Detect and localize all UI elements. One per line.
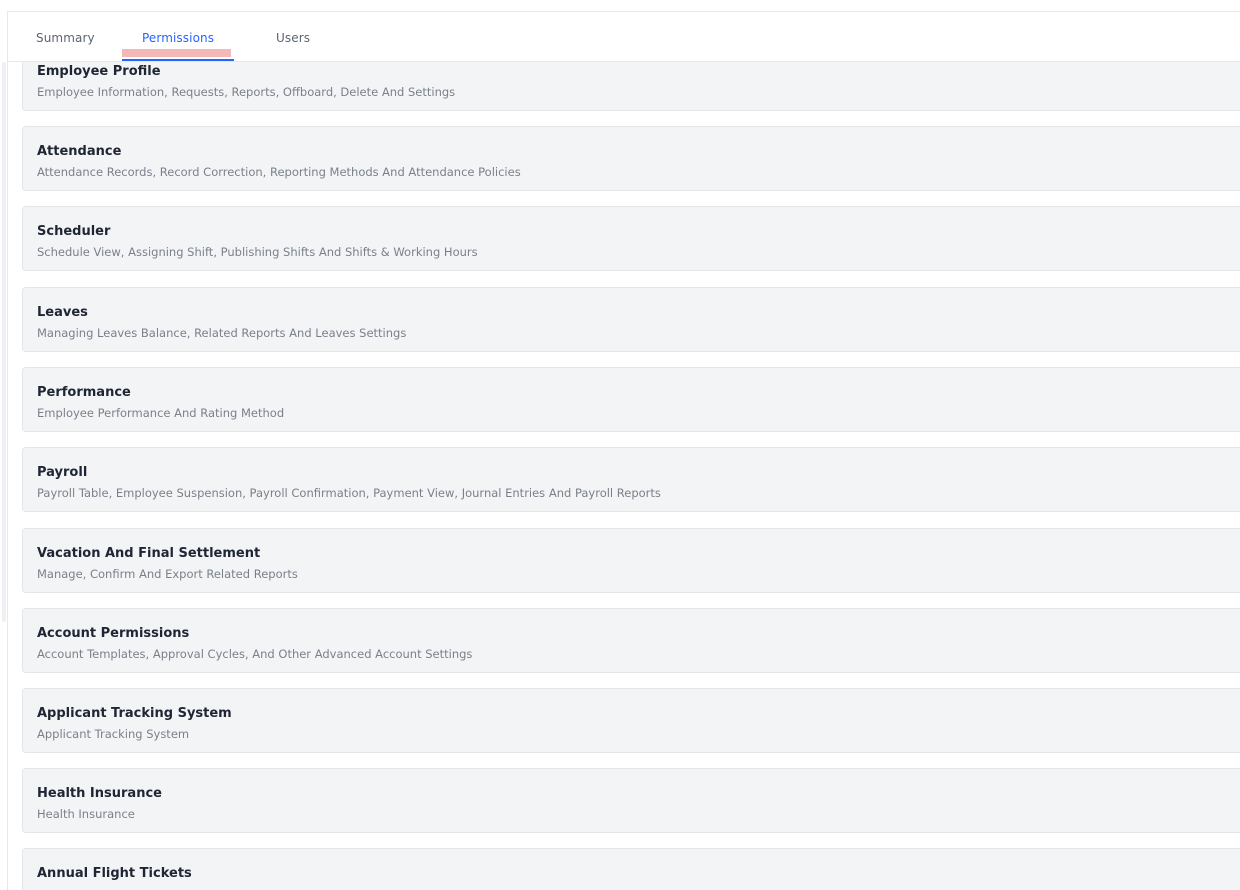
permission-title: Vacation And Final Settlement (37, 546, 261, 561)
permission-title: Health Insurance (37, 786, 162, 801)
permission-description: Schedule View, Assigning Shift, Publishi… (37, 245, 478, 259)
permission-title: Payroll (37, 465, 88, 480)
permission-title: Employee Profile (37, 64, 161, 79)
tab-summary[interactable]: Summary (36, 31, 95, 45)
permission-description: Managing Leaves Balance, Related Reports… (37, 326, 407, 340)
permission-description: Attendance Records, Record Correction, R… (37, 165, 521, 179)
permission-card-applicant-tracking-system[interactable]: Applicant Tracking System Applicant Trac… (22, 688, 1240, 753)
permission-title: Attendance (37, 144, 122, 159)
permission-title: Annual Flight Tickets (37, 866, 192, 881)
permission-card-account-permissions[interactable]: Account Permissions Account Templates, A… (22, 608, 1240, 673)
permission-description: Account Templates, Approval Cycles, And … (37, 647, 473, 661)
permission-card-scheduler[interactable]: Scheduler Schedule View, Assigning Shift… (22, 206, 1240, 271)
permission-card-leaves[interactable]: Leaves Managing Leaves Balance, Related … (22, 287, 1240, 352)
permission-description: Employee Information, Requests, Reports,… (37, 85, 456, 99)
permission-title: Applicant Tracking System (37, 706, 232, 721)
permission-title: Leaves (37, 305, 88, 320)
permission-description: Applicant Tracking System (37, 727, 190, 741)
tab-users[interactable]: Users (276, 31, 310, 45)
permissions-list: Employee Profile Employee Information, R… (22, 62, 1240, 890)
permission-description: Employee Performance And Rating Method (37, 406, 285, 420)
permission-card-annual-flight-tickets[interactable]: Annual Flight Tickets (22, 848, 1240, 890)
permissions-page: Summary Permissions Users Employee Profi… (0, 0, 1240, 890)
active-tab-underline (122, 59, 234, 61)
permission-description: Manage, Confirm And Export Related Repor… (37, 567, 298, 581)
permission-title: Performance (37, 385, 131, 400)
permission-title: Scheduler (37, 224, 111, 239)
tab-permissions[interactable]: Permissions (142, 31, 214, 45)
left-divider (7, 11, 8, 890)
permission-card-performance[interactable]: Performance Employee Performance And Rat… (22, 367, 1240, 432)
permission-card-attendance[interactable]: Attendance Attendance Records, Record Co… (22, 126, 1240, 191)
vertical-scrollbar[interactable] (2, 62, 6, 622)
permission-card-health-insurance[interactable]: Health Insurance Health Insurance (22, 768, 1240, 833)
active-tab-highlight (122, 49, 231, 57)
permission-card-payroll[interactable]: Payroll Payroll Table, Employee Suspensi… (22, 447, 1240, 512)
tab-bar: Summary Permissions Users (8, 12, 1240, 62)
permission-description: Payroll Table, Employee Suspension, Payr… (37, 486, 661, 500)
permission-card-employee-profile[interactable]: Employee Profile Employee Information, R… (22, 62, 1240, 111)
permission-title: Account Permissions (37, 626, 190, 641)
permission-description: Health Insurance (37, 807, 135, 821)
permission-card-vacation-and-final-settlement[interactable]: Vacation And Final Settlement Manage, Co… (22, 528, 1240, 593)
